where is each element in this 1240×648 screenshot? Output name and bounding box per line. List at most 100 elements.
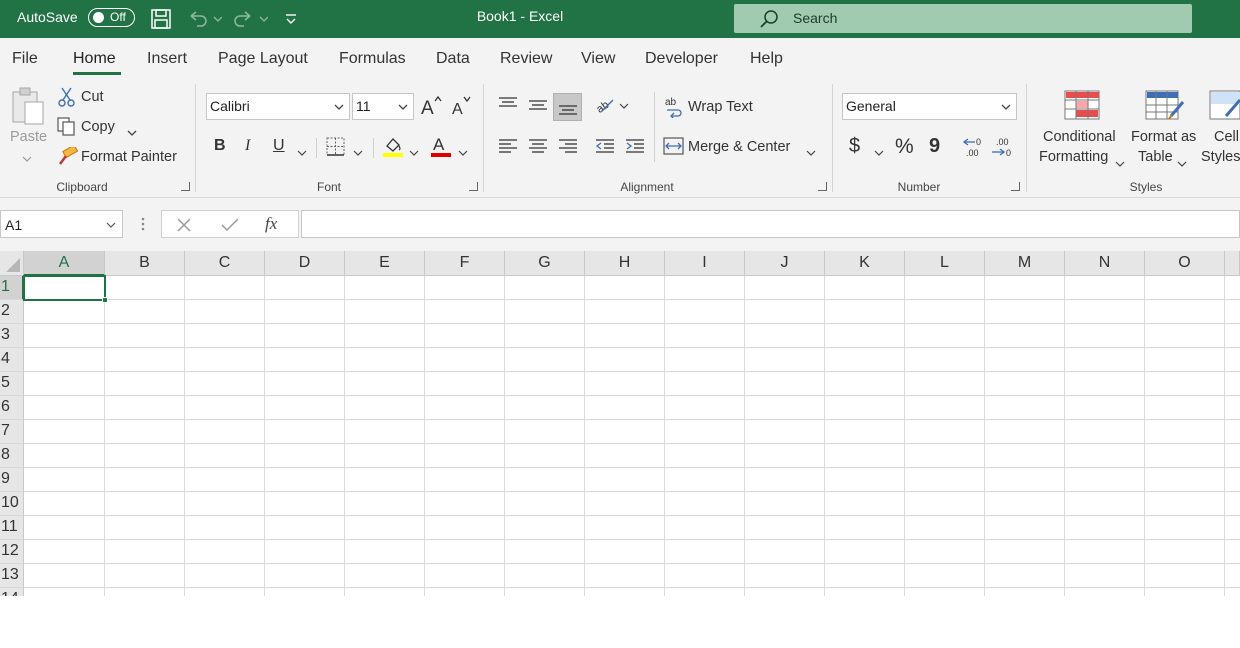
search-box[interactable]: Search (734, 4, 1192, 33)
borders-icon[interactable] (326, 137, 346, 160)
row-header[interactable]: 12 (0, 540, 24, 564)
clipboard-launcher-icon[interactable] (181, 182, 190, 191)
tab-insert[interactable]: Insert (147, 50, 187, 68)
format-painter-icon[interactable] (57, 144, 79, 170)
column-header[interactable]: F (425, 251, 505, 276)
paste-dropdown-icon[interactable] (22, 150, 32, 166)
row-header[interactable]: 9 (0, 468, 24, 492)
decrease-indent-icon[interactable] (595, 138, 615, 159)
tab-data[interactable]: Data (436, 50, 470, 68)
worksheet-grid[interactable]: A B C D E F G H I J K L M N O 1 2 3 4 5 … (0, 251, 1240, 596)
column-header[interactable]: I (665, 251, 745, 276)
format-as-table-line2[interactable]: Table (1138, 149, 1173, 165)
tab-page-layout[interactable]: Page Layout (218, 50, 308, 68)
format-as-table-line1[interactable]: Format as (1131, 129, 1196, 145)
currency-dropdown-icon[interactable] (874, 144, 884, 160)
redo-icon[interactable] (232, 8, 269, 33)
shrink-font-icon[interactable]: A (451, 95, 473, 120)
tab-help[interactable]: Help (750, 50, 783, 68)
cell-styles-icon[interactable] (1208, 90, 1240, 125)
increase-decimal-icon[interactable]: 0.00 (961, 135, 987, 162)
name-box[interactable]: A1 (0, 210, 123, 238)
font-color-dropdown-icon[interactable] (458, 144, 468, 160)
conditional-formatting-dropdown-icon[interactable] (1115, 155, 1125, 171)
column-header[interactable] (1225, 251, 1240, 276)
save-icon[interactable] (150, 8, 172, 33)
paste-icon[interactable] (10, 86, 46, 131)
row-header[interactable]: 1 (0, 276, 24, 300)
row-header[interactable]: 8 (0, 444, 24, 468)
column-header[interactable]: M (985, 251, 1065, 276)
column-header[interactable]: N (1065, 251, 1145, 276)
column-header[interactable]: D (265, 251, 345, 276)
align-middle-icon[interactable] (528, 96, 548, 117)
tab-home[interactable]: Home (73, 50, 116, 68)
row-header[interactable]: 10 (0, 492, 24, 516)
bold-button[interactable]: B (214, 137, 226, 155)
wrap-text-icon[interactable]: ab (665, 96, 685, 121)
align-top-icon[interactable] (498, 96, 518, 117)
borders-dropdown-icon[interactable] (353, 144, 363, 160)
font-launcher-icon[interactable] (469, 182, 478, 191)
row-header[interactable]: 7 (0, 420, 24, 444)
column-header[interactable]: J (745, 251, 825, 276)
cut-icon[interactable] (58, 87, 76, 110)
function-icon[interactable]: fx (265, 214, 277, 234)
align-right-icon[interactable] (558, 138, 578, 159)
undo-icon[interactable] (186, 8, 223, 33)
enter-icon[interactable] (221, 217, 239, 236)
underline-button[interactable]: U (273, 137, 285, 155)
row-header[interactable]: 5 (0, 372, 24, 396)
format-as-table-icon[interactable] (1145, 90, 1185, 125)
orientation-icon[interactable]: ab (594, 96, 631, 119)
formula-bar-grip-icon[interactable] (141, 217, 145, 234)
number-launcher-icon[interactable] (1011, 182, 1020, 191)
select-all-button[interactable] (0, 251, 24, 276)
percent-button[interactable]: % (895, 135, 914, 159)
italic-button[interactable]: I (245, 137, 250, 155)
cell-styles-line1[interactable]: Cell (1214, 129, 1239, 145)
comma-style-button[interactable]: 9 (929, 135, 940, 158)
cell-styles-line2[interactable]: Styles (1201, 149, 1240, 165)
fill-color-icon[interactable] (382, 134, 404, 161)
row-header[interactable]: 13 (0, 564, 24, 588)
row-header[interactable]: 6 (0, 396, 24, 420)
copy-button[interactable]: Copy (81, 119, 115, 135)
column-header[interactable]: G (505, 251, 585, 276)
number-format-combo[interactable]: General (842, 93, 1017, 120)
cancel-icon[interactable] (176, 217, 192, 236)
font-name-combo[interactable]: Calibri (206, 93, 350, 120)
tab-developer[interactable]: Developer (645, 50, 718, 68)
column-header[interactable]: A (24, 251, 105, 276)
autosave-toggle[interactable]: Off (88, 8, 135, 27)
currency-button[interactable]: $ (849, 135, 860, 158)
alignment-launcher-icon[interactable] (818, 182, 827, 191)
column-header[interactable]: K (825, 251, 905, 276)
tab-view[interactable]: View (581, 50, 615, 68)
decrease-decimal-icon[interactable]: .00 0 (990, 135, 1016, 162)
row-header[interactable]: 4 (0, 348, 24, 372)
fill-color-dropdown-icon[interactable] (409, 144, 419, 160)
align-center-icon[interactable] (528, 138, 548, 159)
merge-center-icon[interactable] (663, 136, 685, 159)
conditional-formatting-icon[interactable] (1064, 90, 1100, 123)
paste-button[interactable]: Paste (10, 129, 47, 145)
conditional-formatting-line2[interactable]: Formatting (1039, 149, 1108, 165)
increase-indent-icon[interactable] (625, 138, 645, 159)
row-header[interactable]: 3 (0, 324, 24, 348)
copy-icon[interactable] (57, 117, 77, 140)
format-painter-button[interactable]: Format Painter (81, 149, 177, 165)
column-header[interactable]: H (585, 251, 665, 276)
tab-file[interactable]: File (12, 50, 38, 68)
tab-formulas[interactable]: Formulas (339, 50, 406, 68)
grow-font-icon[interactable]: A (420, 95, 444, 120)
fill-handle[interactable] (102, 297, 108, 303)
column-header[interactable]: O (1145, 251, 1225, 276)
font-color-icon[interactable]: A (430, 134, 452, 161)
wrap-text-button[interactable]: Wrap Text (688, 99, 753, 115)
active-cell[interactable] (23, 275, 108, 303)
conditional-formatting-line1[interactable]: Conditional (1043, 129, 1116, 145)
column-header[interactable]: C (185, 251, 265, 276)
row-header[interactable]: 14 (0, 588, 24, 596)
column-header[interactable]: L (905, 251, 985, 276)
